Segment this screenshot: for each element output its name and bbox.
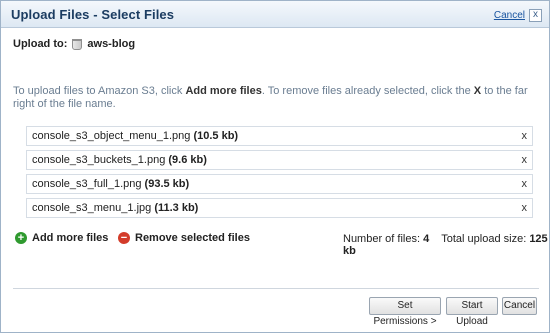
- plus-icon[interactable]: +: [15, 232, 27, 244]
- cancel-link-label[interactable]: Cancel: [494, 10, 525, 21]
- upload-dialog: Upload Files - Select Files Cancel x Upl…: [0, 0, 550, 333]
- upload-destination: Upload to: aws-blog: [13, 38, 135, 50]
- add-more-files-label[interactable]: Add more files: [32, 232, 108, 244]
- remove-file-button[interactable]: x: [522, 178, 528, 190]
- file-row: console_s3_object_menu_1.png (10.5 kb) x: [26, 126, 533, 146]
- upload-to-label: Upload to:: [13, 38, 68, 50]
- info-part1: To upload files to Amazon S3, click: [13, 85, 186, 97]
- file-count-label: Number of files:: [343, 233, 421, 245]
- dialog-title: Upload Files - Select Files: [11, 7, 175, 22]
- start-upload-button[interactable]: Start Upload: [446, 297, 498, 327]
- remove-file-button[interactable]: x: [522, 130, 528, 142]
- set-permissions-button[interactable]: Set Permissions >: [369, 297, 441, 327]
- file-name-text: console_s3_full_1.png: [32, 178, 142, 190]
- file-name: console_s3_full_1.png (93.5 kb): [32, 178, 189, 190]
- cancel-link[interactable]: Cancel x: [494, 9, 542, 22]
- info-add-more: Add more files: [185, 85, 262, 97]
- file-name-text: console_s3_buckets_1.png: [32, 154, 166, 166]
- add-more-files-button[interactable]: + Add more files: [15, 229, 108, 247]
- file-row: console_s3_full_1.png (93.5 kb) x: [26, 174, 533, 194]
- file-size: (93.5 kb): [144, 178, 190, 190]
- file-row: console_s3_menu_1.jpg (11.3 kb) x: [26, 198, 533, 218]
- file-size: (10.5 kb): [193, 130, 239, 142]
- remove-file-button[interactable]: x: [522, 202, 528, 214]
- file-size: (11.3 kb): [154, 202, 199, 214]
- file-row: console_s3_buckets_1.png (9.6 kb) x: [26, 150, 533, 170]
- footer-divider: [13, 288, 539, 289]
- instructions-text: To upload files to Amazon S3, click Add …: [13, 85, 539, 111]
- file-name: console_s3_menu_1.jpg (11.3 kb): [32, 202, 198, 214]
- bucket-name: aws-blog: [87, 38, 136, 50]
- cancel-button[interactable]: Cancel: [502, 297, 537, 315]
- dialog-titlebar: Upload Files - Select Files Cancel x: [1, 1, 549, 28]
- file-name-text: console_s3_object_menu_1.png: [32, 130, 191, 142]
- remove-selected-files-label[interactable]: Remove selected files: [135, 232, 250, 244]
- bucket-icon: [72, 38, 83, 50]
- file-count-value: 4: [423, 233, 430, 245]
- file-name: console_s3_buckets_1.png (9.6 kb): [32, 154, 207, 166]
- file-size: (9.6 kb): [168, 154, 207, 166]
- remove-file-button[interactable]: x: [522, 154, 528, 166]
- info-part2: . To remove files already selected, clic…: [261, 85, 474, 97]
- close-icon[interactable]: x: [529, 9, 542, 22]
- file-name: console_s3_object_menu_1.png (10.5 kb): [32, 130, 238, 142]
- upload-size-label: Total upload size:: [441, 233, 527, 245]
- minus-icon[interactable]: −: [118, 232, 130, 244]
- upload-summary: Number of files: 4 Total upload size: 12…: [343, 233, 549, 257]
- remove-selected-files-button[interactable]: − Remove selected files: [118, 229, 250, 247]
- file-name-text: console_s3_menu_1.jpg: [32, 202, 152, 214]
